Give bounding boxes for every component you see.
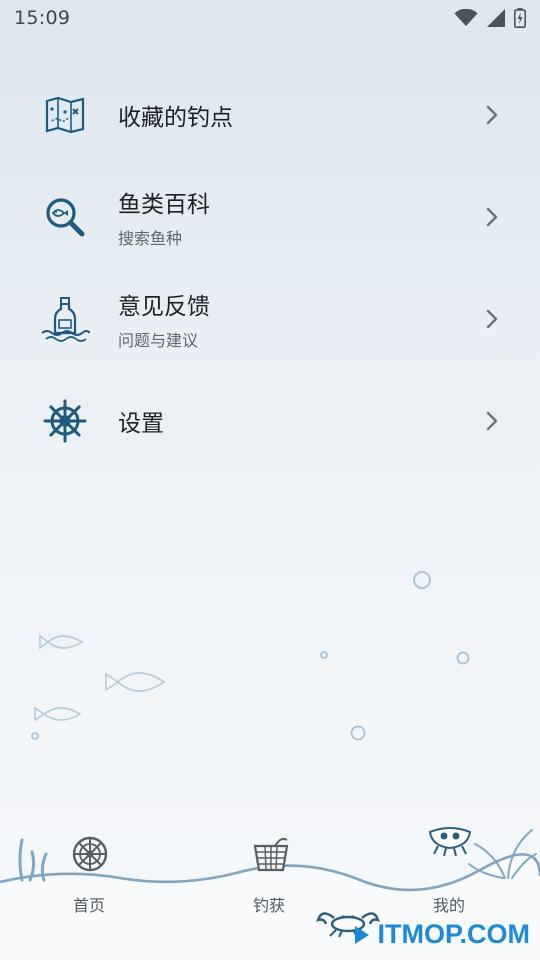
nav-tab-label: 首页: [73, 896, 106, 915]
menu-subtitle: 问题与建议: [118, 331, 199, 350]
watermark-text: ITMOP.COM: [377, 919, 530, 949]
menu-item-fish-encyclopedia[interactable]: 鱼类百科 搜索鱼种: [0, 166, 540, 268]
fish-icon: [34, 706, 82, 722]
wifi-icon: [454, 9, 478, 26]
menu-title: 鱼类百科: [118, 192, 210, 218]
treasure-map-icon: [40, 90, 90, 140]
menu-text: 意见反馈 问题与建议: [118, 287, 210, 351]
bubble-icon: [350, 725, 366, 741]
nav-tab-label: 我的: [433, 896, 466, 915]
menu-title: 收藏的钓点: [118, 105, 233, 131]
status-icons: [454, 8, 526, 28]
underwater-decoration: [31, 571, 470, 741]
ship-wheel-icon: [72, 836, 108, 872]
nav-tab-label: 钓获: [253, 896, 286, 915]
bubble-icon: [31, 732, 39, 740]
fish-icon: [39, 634, 84, 650]
menu-title: 意见反馈: [118, 294, 210, 320]
status-bar: 15:09: [0, 0, 540, 36]
bubble-icon: [456, 651, 470, 665]
fish-magnifier-icon: [40, 192, 90, 242]
bubble-icon: [413, 571, 431, 589]
menu-text: 鱼类百科 搜索鱼种: [118, 185, 210, 249]
octopus-icon: [428, 827, 472, 857]
menu-item-feedback[interactable]: 意见反馈 问题与建议: [0, 268, 540, 370]
chevron-right-icon: [486, 105, 498, 125]
menu-title: 设置: [118, 411, 164, 437]
chevron-right-icon: [486, 309, 498, 329]
fish-icon: [105, 672, 166, 692]
menu-text: 设置: [118, 404, 164, 438]
fish-basket-icon: [253, 837, 289, 872]
status-time: 15:09: [14, 7, 71, 29]
cell-signal-icon: [487, 9, 505, 27]
chevron-right-icon: [486, 411, 498, 431]
itmop-logo-icon: [355, 925, 370, 944]
menu-item-settings[interactable]: 设置: [0, 370, 540, 472]
menu-list: 收藏的钓点 鱼类百科 搜索鱼种 意见反馈 问题与建议 设置: [0, 64, 540, 472]
menu-item-favorite-spots[interactable]: 收藏的钓点: [0, 64, 540, 166]
menu-subtitle: 搜索鱼种: [118, 229, 183, 248]
bubble-icon: [320, 651, 328, 659]
ship-wheel-icon: [40, 396, 90, 446]
menu-text: 收藏的钓点: [118, 98, 233, 132]
chevron-right-icon: [486, 207, 498, 227]
battery-charging-icon: [514, 8, 526, 28]
watermark: ITMOP.COM: [351, 919, 530, 950]
message-bottle-icon: [40, 294, 90, 344]
